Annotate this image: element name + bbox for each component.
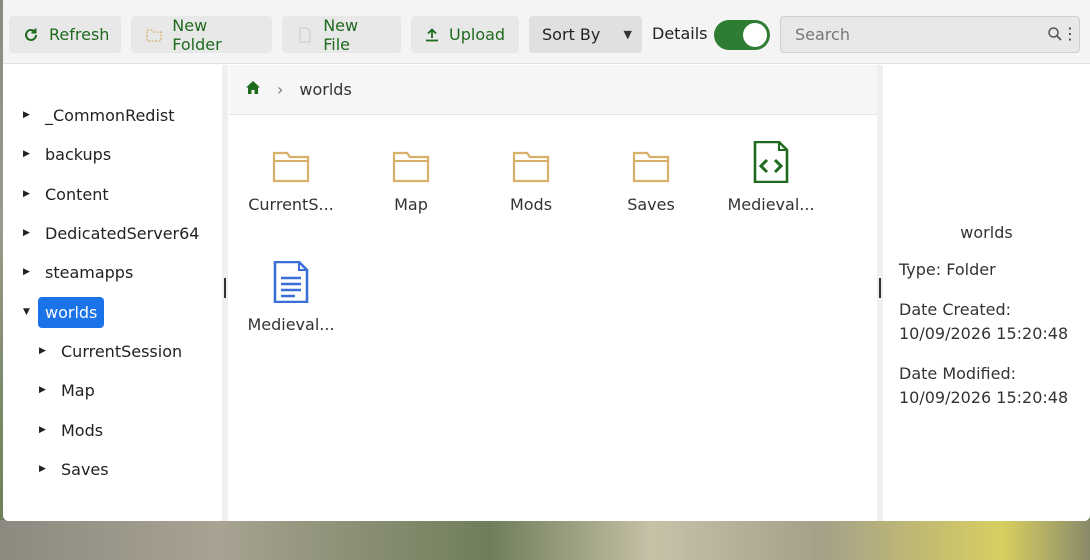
tree-item-dedicatedserver64[interactable]: ▶ DedicatedServer64 [23,218,199,248]
new-folder-icon [145,26,162,44]
tree-item-label: CurrentSession [61,341,183,361]
tree-item-saves[interactable]: ▶ Saves [39,454,109,484]
folder-tile[interactable]: Saves [601,135,701,235]
expand-arrow-icon[interactable]: ▶ [39,346,51,356]
collapse-arrow-icon[interactable]: ▼ [23,307,35,317]
breadcrumb: › worlds [229,65,877,115]
upload-icon [425,26,439,44]
tree-item-label: Map [61,380,95,400]
folder-tile[interactable]: Map [361,135,461,235]
caret-down-icon: ▼ [623,28,632,41]
upload-label: Upload [449,25,506,44]
details-modified-label: Date Modified: [899,364,1016,383]
left-splitter[interactable] [222,65,228,521]
file-label: Medieval... [247,315,335,334]
code-file-icon [721,135,821,183]
refresh-button[interactable]: Refresh [9,16,121,53]
file-view: › worlds CurrentS... Map Mods Saves Medi… [229,65,877,521]
file-label: Saves [627,195,675,214]
tree-item-backups[interactable]: ▶ backups [23,139,111,169]
expand-arrow-icon[interactable]: ▶ [23,189,35,199]
home-icon[interactable] [245,80,261,99]
tree-item-map[interactable]: ▶ Map [39,375,95,405]
search-placeholder: Search [795,25,850,44]
navigation-tree: ▶ _CommonRedist ▶ backups ▶ Content ▶ De… [3,65,222,521]
folder-icon [481,135,581,183]
tree-item-label: worlds [38,296,105,328]
tree-item-mods[interactable]: ▶ Mods [39,415,103,445]
details-modified-value: 10/09/2026 15:20:48 [899,388,1069,407]
folder-tile[interactable]: Mods [481,135,581,235]
details-created-value: 10/09/2026 15:20:48 [899,324,1069,343]
desktop-background [0,520,1090,560]
sort-by-dropdown[interactable]: Sort By ▼ [529,16,642,53]
tree-item-label: _CommonRedist [45,105,175,125]
expand-arrow-icon[interactable]: ▶ [23,228,35,238]
folder-icon [601,135,701,183]
expand-arrow-icon[interactable]: ▶ [39,425,51,435]
expand-arrow-icon[interactable]: ▶ [23,267,35,277]
tree-item-content[interactable]: ▶ Content [23,179,109,209]
tree-item-commonredist[interactable]: ▶ _CommonRedist [23,100,175,130]
file-label: CurrentS... [248,195,334,214]
details-type: Type: Folder [899,260,996,279]
file-label: Medieval... [727,195,815,214]
expand-arrow-icon[interactable]: ▶ [23,149,35,159]
new-file-button[interactable]: New File [282,15,401,54]
toggle-knob [743,23,767,47]
details-label: Details [652,24,708,43]
expand-arrow-icon[interactable]: ▶ [23,110,35,120]
text-file-icon [241,255,341,303]
details-toggle[interactable] [714,20,770,50]
tree-item-currentsession[interactable]: ▶ CurrentSession [39,336,182,366]
folder-icon [241,135,341,183]
code-file-tile[interactable]: Medieval... [721,135,821,235]
tree-item-label: Mods [61,420,104,440]
file-label: Mods [509,195,553,214]
refresh-icon [23,26,39,44]
folder-icon [361,135,461,183]
search-input[interactable]: Search ⋮ [780,16,1080,53]
sort-by-label: Sort By [542,25,601,44]
toolbar: Refresh New Folder New File Upload Sort … [3,0,1090,64]
new-folder-button[interactable]: New Folder [131,15,272,54]
tree-item-label: Saves [61,459,109,479]
tree-item-label: DedicatedServer64 [45,223,200,243]
tree-item-worlds[interactable]: ▼ worlds [23,296,105,328]
text-file-tile[interactable]: Medieval... [241,255,341,355]
more-options-icon[interactable]: ⋮ [1062,24,1078,44]
expand-arrow-icon[interactable]: ▶ [39,464,51,474]
breadcrumb-current[interactable]: worlds [299,80,351,99]
new-file-icon [296,26,313,44]
details-created-label: Date Created: [899,300,1012,319]
expand-arrow-icon[interactable]: ▶ [39,385,51,395]
refresh-label: Refresh [49,25,110,44]
tree-item-label: Content [45,184,109,204]
details-title: worlds [960,223,1013,242]
details-panel: worlds Type: Folder Date Created: 10/09/… [883,65,1090,521]
new-file-label: New File [323,15,359,54]
tree-item-steamapps[interactable]: ▶ steamapps [23,257,133,287]
splitter-grip[interactable] [224,278,226,298]
breadcrumb-separator: › [277,80,284,99]
new-folder-label: New Folder [172,15,222,54]
file-label: Map [394,195,428,214]
splitter-grip[interactable] [879,278,881,298]
tree-item-label: steamapps [45,262,134,282]
search-icon[interactable] [1047,26,1063,46]
file-manager-window: Refresh New Folder New File Upload Sort … [3,0,1090,521]
upload-button[interactable]: Upload [411,16,519,53]
tree-item-label: backups [45,144,112,164]
folder-tile[interactable]: CurrentS... [241,135,341,235]
